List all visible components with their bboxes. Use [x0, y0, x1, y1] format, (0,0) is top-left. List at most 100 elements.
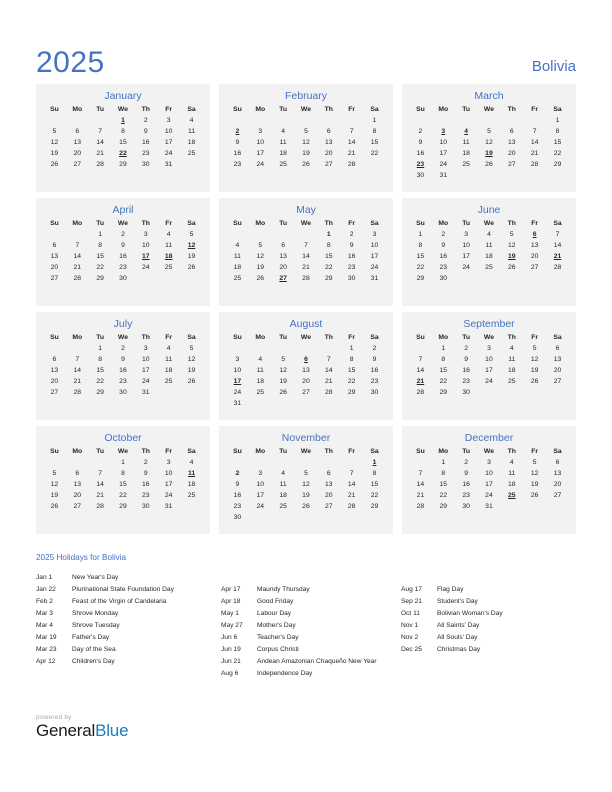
day-cell[interactable]: 30 — [432, 273, 455, 284]
day-cell[interactable]: 20 — [546, 479, 569, 490]
day-cell[interactable]: 16 — [409, 148, 432, 159]
day-cell[interactable]: 30 — [134, 159, 157, 170]
day-cell[interactable]: 1 — [363, 115, 386, 126]
day-cell[interactable]: 2 — [455, 457, 478, 468]
day-cell[interactable]: 18 — [180, 479, 203, 490]
day-cell[interactable]: 26 — [43, 501, 66, 512]
day-cell[interactable]: 29 — [340, 387, 363, 398]
day-cell[interactable]: 31 — [157, 501, 180, 512]
day-cell[interactable]: 16 — [340, 251, 363, 262]
day-cell[interactable]: 8 — [340, 354, 363, 365]
day-cell[interactable]: 27 — [546, 376, 569, 387]
day-cell[interactable]: 6 — [43, 240, 66, 251]
day-cell[interactable]: 25 — [272, 501, 295, 512]
day-cell[interactable]: 20 — [317, 490, 340, 501]
day-cell-holiday[interactable]: 17 — [226, 376, 249, 387]
day-cell[interactable]: 28 — [66, 387, 89, 398]
day-cell[interactable]: 17 — [249, 490, 272, 501]
day-cell[interactable]: 20 — [295, 376, 318, 387]
day-cell[interactable]: 16 — [226, 490, 249, 501]
day-cell-holiday[interactable]: 17 — [134, 251, 157, 262]
day-cell[interactable]: 2 — [432, 229, 455, 240]
day-cell[interactable]: 6 — [43, 354, 66, 365]
day-cell[interactable]: 21 — [295, 262, 318, 273]
day-cell[interactable]: 18 — [157, 365, 180, 376]
day-cell[interactable]: 25 — [249, 387, 272, 398]
day-cell[interactable]: 16 — [455, 479, 478, 490]
day-cell[interactable]: 19 — [295, 490, 318, 501]
day-cell[interactable]: 27 — [43, 273, 66, 284]
day-cell[interactable]: 23 — [134, 148, 157, 159]
day-cell[interactable]: 21 — [317, 376, 340, 387]
day-cell[interactable]: 12 — [500, 240, 523, 251]
day-cell[interactable]: 16 — [134, 479, 157, 490]
day-cell[interactable]: 25 — [157, 262, 180, 273]
day-cell[interactable]: 28 — [546, 262, 569, 273]
day-cell[interactable]: 21 — [409, 490, 432, 501]
day-cell[interactable]: 7 — [546, 229, 569, 240]
day-cell[interactable]: 29 — [546, 159, 569, 170]
day-cell[interactable]: 7 — [409, 354, 432, 365]
day-cell[interactable]: 30 — [112, 273, 135, 284]
day-cell[interactable]: 5 — [249, 240, 272, 251]
day-cell[interactable]: 22 — [409, 262, 432, 273]
day-cell[interactable]: 30 — [340, 273, 363, 284]
day-cell[interactable]: 11 — [500, 468, 523, 479]
day-cell[interactable]: 22 — [432, 376, 455, 387]
day-cell[interactable]: 8 — [112, 468, 135, 479]
day-cell[interactable]: 14 — [340, 479, 363, 490]
day-cell[interactable]: 12 — [180, 354, 203, 365]
day-cell[interactable]: 25 — [455, 159, 478, 170]
day-cell-holiday[interactable]: 1 — [363, 457, 386, 468]
day-cell[interactable]: 12 — [478, 137, 501, 148]
day-cell[interactable]: 6 — [500, 126, 523, 137]
day-cell[interactable]: 24 — [134, 262, 157, 273]
day-cell-holiday[interactable]: 25 — [500, 490, 523, 501]
day-cell[interactable]: 9 — [363, 354, 386, 365]
day-cell[interactable]: 27 — [546, 490, 569, 501]
day-cell-holiday[interactable]: 18 — [157, 251, 180, 262]
day-cell[interactable]: 18 — [272, 148, 295, 159]
day-cell[interactable]: 14 — [317, 365, 340, 376]
day-cell-holiday[interactable]: 3 — [432, 126, 455, 137]
day-cell[interactable]: 13 — [523, 240, 546, 251]
day-cell[interactable]: 11 — [249, 365, 272, 376]
day-cell[interactable]: 18 — [272, 490, 295, 501]
day-cell[interactable]: 28 — [523, 159, 546, 170]
day-cell[interactable]: 7 — [340, 468, 363, 479]
day-cell[interactable]: 1 — [89, 343, 112, 354]
day-cell[interactable]: 6 — [66, 468, 89, 479]
day-cell[interactable]: 24 — [249, 501, 272, 512]
day-cell[interactable]: 26 — [272, 387, 295, 398]
day-cell[interactable]: 29 — [89, 273, 112, 284]
day-cell[interactable]: 17 — [157, 137, 180, 148]
day-cell[interactable]: 5 — [295, 126, 318, 137]
day-cell[interactable]: 13 — [272, 251, 295, 262]
day-cell[interactable]: 24 — [478, 376, 501, 387]
day-cell[interactable]: 15 — [89, 251, 112, 262]
day-cell[interactable]: 16 — [455, 365, 478, 376]
day-cell[interactable]: 20 — [500, 148, 523, 159]
day-cell[interactable]: 19 — [523, 479, 546, 490]
day-cell[interactable]: 29 — [432, 501, 455, 512]
day-cell[interactable]: 24 — [157, 148, 180, 159]
day-cell[interactable]: 28 — [295, 273, 318, 284]
day-cell[interactable]: 16 — [363, 365, 386, 376]
day-cell[interactable]: 14 — [523, 137, 546, 148]
day-cell[interactable]: 3 — [157, 115, 180, 126]
day-cell[interactable]: 8 — [363, 468, 386, 479]
day-cell[interactable]: 3 — [249, 468, 272, 479]
day-cell[interactable]: 17 — [249, 148, 272, 159]
day-cell[interactable]: 26 — [180, 262, 203, 273]
day-cell[interactable]: 6 — [317, 468, 340, 479]
day-cell[interactable]: 22 — [432, 490, 455, 501]
day-cell[interactable]: 27 — [66, 159, 89, 170]
day-cell[interactable]: 10 — [432, 137, 455, 148]
day-cell[interactable]: 19 — [180, 251, 203, 262]
day-cell[interactable]: 15 — [317, 251, 340, 262]
day-cell[interactable]: 30 — [455, 387, 478, 398]
day-cell[interactable]: 22 — [89, 376, 112, 387]
day-cell[interactable]: 13 — [317, 479, 340, 490]
day-cell[interactable]: 4 — [157, 343, 180, 354]
day-cell[interactable]: 17 — [455, 251, 478, 262]
